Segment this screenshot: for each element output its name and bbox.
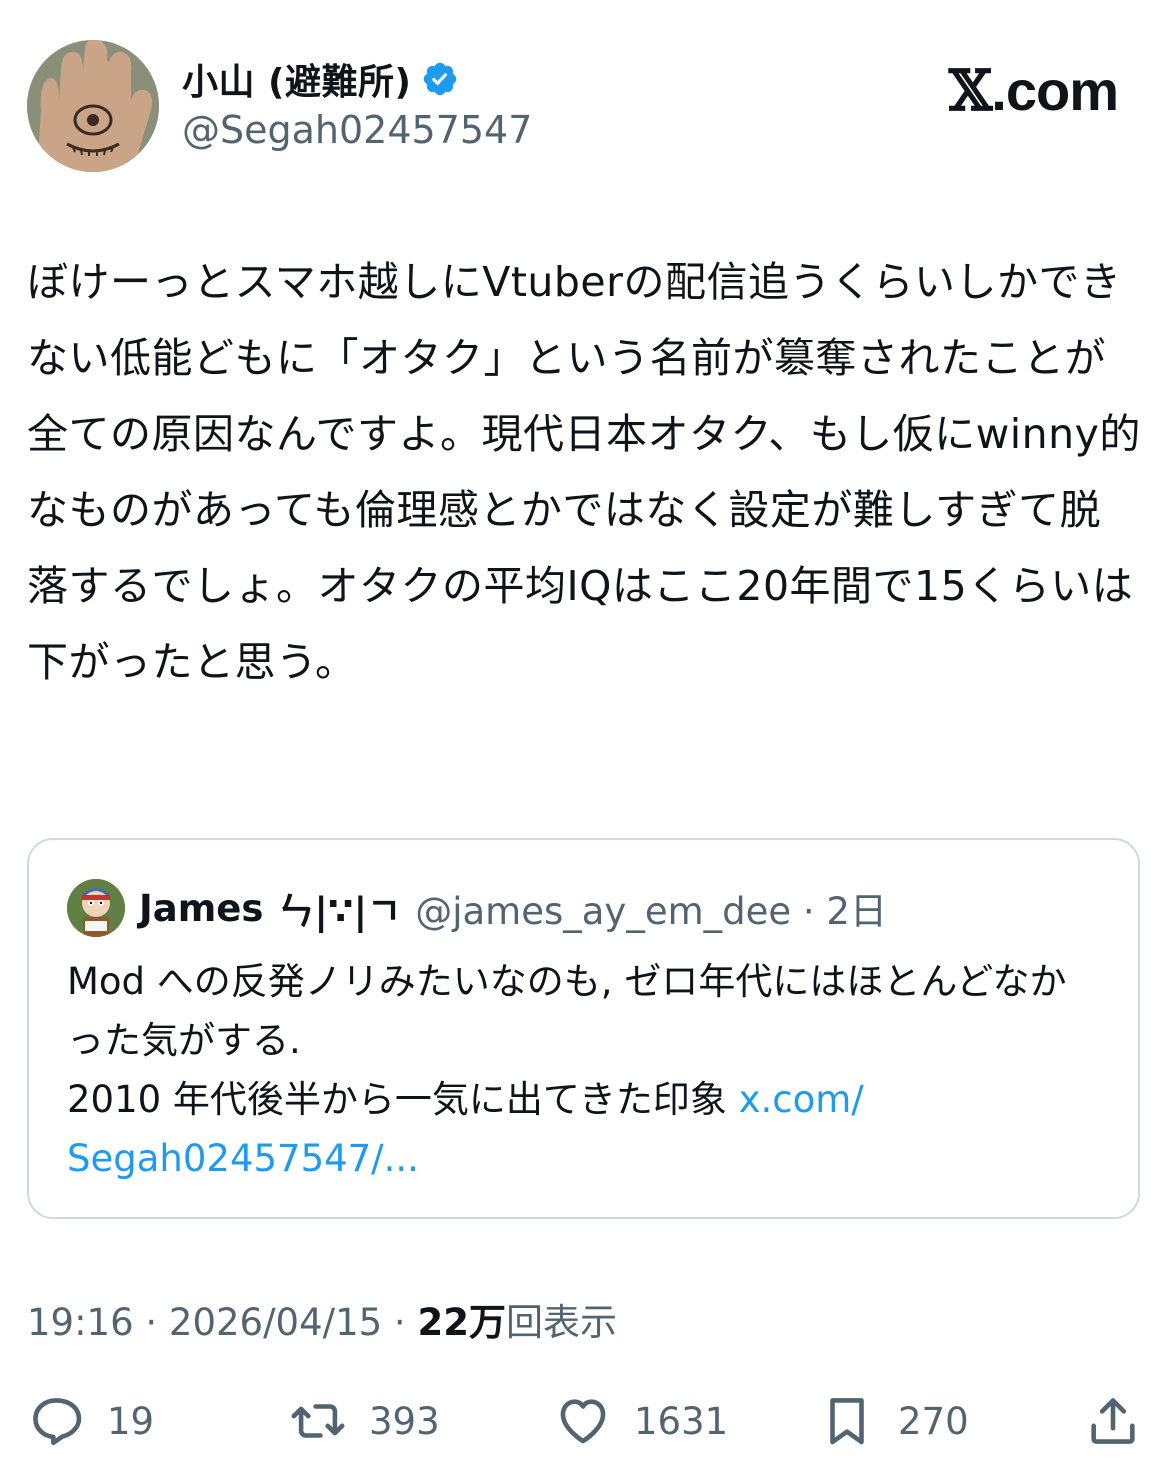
quoted-author-name-decoration: ㄣ|∵|ㄱ xyxy=(277,890,402,933)
quoted-tweet-body: Mod への反発ノリみたいなのも, ゼロ年代にはほとんどなかった気がする. 20… xyxy=(67,960,1067,1121)
action-bar: 19 393 1631 270 xyxy=(27,1390,1142,1452)
like-count: 1631 xyxy=(634,1399,729,1443)
tweet-body-text: ぼけーっとスマホ越しにVtuberの配信追うくらいしかできない低能どもに「オタク… xyxy=(27,258,1141,686)
quoted-author-handle-time: @james_ay_em_dee · 2日 xyxy=(415,890,887,933)
reply-icon xyxy=(33,1398,82,1446)
bookmark-button[interactable]: 270 xyxy=(818,1390,969,1452)
tweet-meta: 19:16 · 2026/04/15 · 22万回表示 xyxy=(27,1292,617,1346)
x-com-logo: 𝕏.com xyxy=(948,58,1119,124)
share-icon xyxy=(1091,1398,1135,1444)
tweet-timestamp[interactable]: 19:16 · 2026/04/15 · xyxy=(27,1301,417,1344)
bookmark-count: 270 xyxy=(898,1399,969,1443)
retweet-count: 393 xyxy=(369,1399,440,1443)
bookmark-icon xyxy=(830,1398,864,1445)
author-avatar[interactable] xyxy=(27,40,159,172)
views-label: 回表示 xyxy=(505,1301,617,1344)
like-button[interactable]: 1631 xyxy=(554,1390,728,1452)
quoted-author-name: James xyxy=(139,886,264,930)
quoted-tweet-text: Mod への反発ノリみたいなのも, ゼロ年代にはほとんどなかった気がする. 20… xyxy=(67,952,1087,1188)
verified-badge-icon xyxy=(421,60,459,98)
hand-eye-avatar-icon xyxy=(27,40,159,172)
author-name-row: 小山 (避難所) xyxy=(182,54,459,104)
retweet-button[interactable]: 393 xyxy=(289,1390,440,1452)
views-count: 22万 xyxy=(417,1301,506,1344)
quoted-tweet-card[interactable]: James ㄣ|∵|ㄱ @james_ay_em_dee · 2日 Mod への… xyxy=(27,838,1140,1219)
author-handle[interactable]: @Segah02457547 xyxy=(182,108,532,152)
heart-icon xyxy=(560,1399,606,1444)
reply-count: 19 xyxy=(107,1399,155,1443)
author-display-name[interactable]: 小山 (避難所) xyxy=(182,53,411,105)
retweet-icon xyxy=(291,1404,345,1438)
share-button[interactable] xyxy=(1084,1390,1142,1452)
x-logo-icon: 𝕏 xyxy=(948,58,992,124)
logo-text: .com xyxy=(991,59,1119,122)
quoted-author-avatar xyxy=(67,879,125,937)
tweet-header: 小山 (避難所) @Segah02457547 𝕏.com xyxy=(27,40,1142,172)
cartoon-avatar-icon xyxy=(67,879,125,937)
reply-button[interactable]: 19 xyxy=(27,1390,154,1452)
quoted-tweet-header: James ㄣ|∵|ㄱ @james_ay_em_dee · 2日 xyxy=(67,878,887,938)
